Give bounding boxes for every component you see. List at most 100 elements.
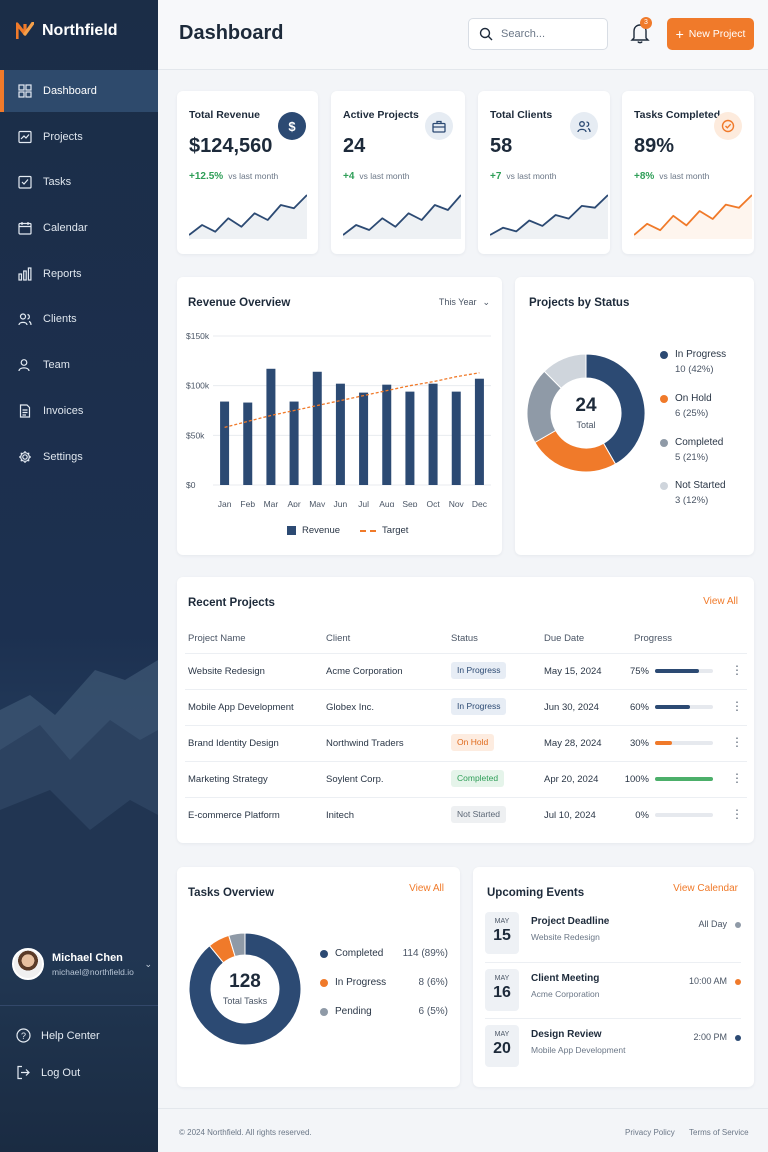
kpi-card-tasks[interactable]: Tasks Completed 89% +8% vs last month (622, 91, 754, 254)
table-row[interactable]: Brand Identity Design Northwind Traders On… (185, 725, 747, 761)
project-client: Northwind Traders (326, 738, 404, 749)
sparkline-area (189, 195, 307, 239)
status-center: 24 Total (523, 395, 649, 430)
progress-percent: 60% (629, 702, 649, 713)
more-options-icon[interactable]: ⋮ (731, 699, 743, 713)
progress-fill (655, 741, 673, 745)
event-item[interactable]: MAY 16 Client Meeting Acme Corporation 10… (485, 969, 741, 1019)
revenue-overview-card: Revenue Overview This Year ⌄ $0 $50k $100k… (177, 277, 502, 555)
table-row[interactable]: E-commerce Platform Initech Not Started Jul… (185, 797, 747, 833)
project-due-date: Jun 30, 2024 (544, 702, 599, 713)
revenue-chart: $0 $50k $100k $150k Jan Feb Mar Apr May Jun Jul Aug… (186, 331, 491, 507)
more-options-icon[interactable]: ⋮ (731, 735, 743, 749)
progress-percent: 30% (629, 738, 649, 749)
view-calendar-link[interactable]: View Calendar (673, 883, 738, 894)
column-header[interactable]: Client (326, 633, 350, 644)
revenue-bar (428, 383, 438, 485)
sidebar-item-tasks[interactable]: Tasks (0, 161, 158, 203)
more-options-icon[interactable]: ⋮ (731, 807, 743, 821)
sidebar-item-projects[interactable]: Projects (0, 116, 158, 158)
user-email: michael@northfield.io (52, 966, 134, 977)
status-legend-item: Not Started 3 (12%) (660, 480, 726, 506)
sidebar-item-settings[interactable]: Settings (0, 436, 158, 478)
more-options-icon[interactable]: ⋮ (731, 771, 743, 785)
status-legend-item: On Hold 6 (25%) (660, 393, 712, 419)
gear-icon (19, 450, 31, 463)
event-status-dot (735, 1035, 741, 1041)
tasks-overview-card: Tasks Overview View All 128 Total Tasks … (177, 867, 460, 1087)
event-subtitle: Mobile App Development (531, 1045, 626, 1055)
sidebar-nav: Dashboard Projects Tasks Calendar Report… (0, 70, 158, 481)
kpi-note: vs last month (506, 171, 557, 181)
project-due-date: Apr 20, 2024 (544, 774, 599, 785)
terms-of-service-link[interactable]: Terms of Service (689, 1128, 749, 1137)
status-title: Projects by Status (529, 297, 630, 309)
status-legend-item: In Progress 10 (42%) (660, 349, 726, 375)
sidebar-item-label: Projects (43, 130, 83, 143)
column-header[interactable]: Progress (634, 633, 672, 644)
column-header[interactable]: Project Name (188, 633, 246, 644)
team-icon (18, 359, 30, 372)
event-status-dot (735, 979, 741, 985)
legend-label: In Progress (675, 349, 727, 360)
event-item[interactable]: MAY 20 Design Review Mobile App Developme… (485, 1025, 741, 1075)
search-input[interactable]: Search... (468, 18, 608, 50)
view-all-tasks-link[interactable]: View All (409, 883, 444, 894)
event-item[interactable]: MAY 15 Project Deadline Website Redesign … (485, 912, 741, 962)
year-filter-dropdown[interactable]: This Year ⌄ (439, 297, 490, 308)
sidebar-item-clients[interactable]: Clients (0, 298, 158, 340)
new-project-button[interactable]: + New Project (667, 18, 754, 50)
kpi-title: Tasks Completed (634, 109, 721, 121)
project-name[interactable]: E-commerce Platform (188, 810, 280, 821)
x-tick-label: Aug (379, 499, 394, 507)
table-row[interactable]: Mobile App Development Globex Inc. In Prog… (185, 689, 747, 725)
legend-detail: 6 (25%) (675, 408, 709, 419)
revenue-bar (220, 401, 230, 485)
column-header[interactable]: Status (451, 633, 478, 644)
project-name[interactable]: Mobile App Development (188, 702, 294, 713)
more-options-icon[interactable]: ⋮ (731, 663, 743, 677)
kpi-card-clients[interactable]: Total Clients 58 +7 vs last month (478, 91, 610, 254)
event-title: Project Deadline (531, 916, 610, 927)
column-header[interactable]: Due Date (544, 633, 584, 644)
logout-link[interactable]: Log Out (16, 1065, 80, 1080)
revenue-bar (451, 391, 461, 485)
sidebar-item-team[interactable]: Team (0, 344, 158, 386)
sidebar-item-reports[interactable]: Reports (0, 253, 158, 295)
events-title: Upcoming Events (487, 887, 585, 899)
project-client: Soylent Corp. (326, 774, 384, 785)
table-row[interactable]: Website Redesign Acme Corporation In Progr… (185, 653, 747, 689)
event-day: 16 (493, 984, 511, 1001)
kpi-card-revenue[interactable]: Total Revenue $ $124,560 +12.5% vs last m… (177, 91, 318, 254)
brand-logo[interactable]: Northfield (16, 22, 118, 40)
status-badge: In Progress (451, 662, 507, 679)
sidebar-item-dashboard[interactable]: Dashboard (0, 70, 158, 112)
year-filter-label: This Year (438, 297, 477, 307)
help-center-link[interactable]: ? Help Center (16, 1028, 100, 1043)
view-all-projects-link[interactable]: View All (703, 596, 738, 607)
event-date: MAY 16 (485, 969, 519, 1011)
status-badge: Completed (451, 770, 505, 787)
project-name[interactable]: Brand Identity Design (188, 738, 279, 749)
kpi-card-projects[interactable]: Active Projects 24 +4 vs last month (331, 91, 465, 254)
project-name[interactable]: Marketing Strategy (188, 774, 268, 785)
sparkline (490, 194, 608, 239)
user-profile[interactable]: Michael Chen michael@northfield.io ⌄ (12, 948, 152, 980)
calendar-icon (18, 222, 32, 235)
kpi-value: 58 (490, 135, 513, 157)
status-slice (534, 429, 617, 473)
sidebar-item-invoices[interactable]: Invoices (0, 390, 158, 432)
kpi-delta: +8% vs last month (634, 171, 709, 182)
chevron-down-icon[interactable]: ⌄ (144, 959, 152, 970)
sidebar-item-calendar[interactable]: Calendar (0, 207, 158, 249)
table-row[interactable]: Marketing Strategy Soylent Corp. Completed… (185, 761, 747, 797)
legend-dot (660, 395, 668, 403)
project-name[interactable]: Website Redesign (188, 666, 265, 677)
legend-target-swatch (360, 529, 377, 532)
kpi-title: Total Clients (490, 109, 553, 121)
legend-detail: 3 (12%) (675, 495, 709, 506)
status-legend-item: Completed 5 (21%) (660, 437, 723, 463)
progress-fill (655, 705, 690, 709)
tasks-title: Tasks Overview (188, 887, 275, 899)
privacy-policy-link[interactable]: Privacy Policy (625, 1128, 675, 1137)
